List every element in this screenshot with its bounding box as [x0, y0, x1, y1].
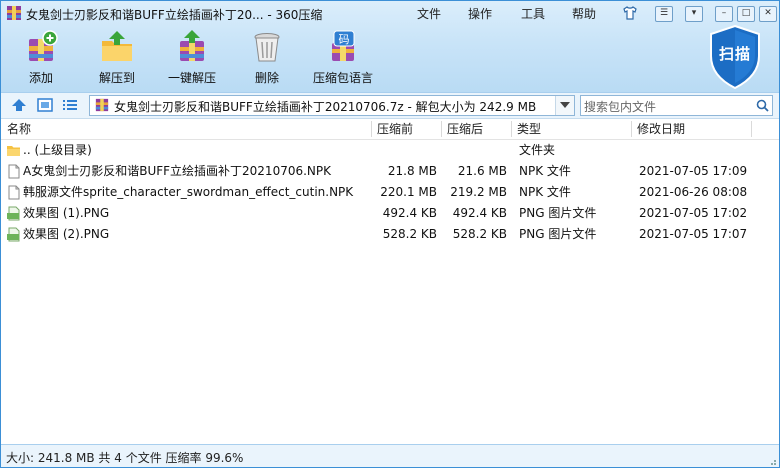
extract-to-button[interactable]: 解压到: [94, 29, 140, 86]
file-date: 2021-06-26 08:08: [639, 185, 748, 199]
close-button[interactable]: ✕: [759, 6, 777, 22]
search-icon[interactable]: [756, 99, 769, 112]
file-size: 492.4 KB: [382, 206, 437, 220]
list-item-file[interactable]: 效果图 (1).PNG 492.4 KB 492.4 KB PNG 图片文件 2…: [1, 203, 779, 224]
menu-file[interactable]: 文件: [417, 5, 441, 22]
png-image-icon: [7, 227, 20, 242]
png-image-icon: [7, 206, 20, 221]
extract-to-label: 解压到: [98, 71, 135, 85]
minimize-button[interactable]: –: [715, 6, 733, 22]
archive-language-button[interactable]: 码 压缩包语言: [310, 29, 376, 86]
status-bar: 大小: 241.8 MB 共 4 个文件 压缩率 99.6%: [1, 444, 779, 467]
feedback-button[interactable]: ☰: [655, 6, 673, 22]
file-list-header: 名称 压缩前 压缩后 类型 修改日期: [1, 119, 779, 140]
list-view-icon[interactable]: [62, 98, 78, 112]
column-type[interactable]: 类型: [511, 119, 631, 139]
quick-extract-icon: [180, 30, 204, 61]
extract-folder-icon: [102, 31, 132, 61]
search-placeholder: 搜索包内文件: [584, 100, 657, 114]
quick-extract-label: 一键解压: [167, 71, 216, 85]
add-label: 添加: [28, 71, 53, 85]
list-item-file[interactable]: 效果图 (2).PNG 528.2 KB 528.2 KB PNG 图片文件 2…: [1, 224, 779, 245]
column-date[interactable]: 修改日期: [631, 119, 751, 139]
file-size: 528.2 KB: [382, 227, 437, 241]
file-packed-size: 21.6 MB: [457, 164, 507, 178]
document-icon: [8, 185, 20, 200]
list-item-parent-dir[interactable]: .. (上级目录) 文件夹: [1, 140, 779, 161]
path-field[interactable]: 女鬼剑士刃影反和谐BUFF立绘插画补丁20210706.7z - 解包大小为 2…: [89, 95, 575, 116]
scan-button[interactable]: 扫描: [707, 24, 763, 90]
icon-view-icon[interactable]: [37, 98, 53, 112]
app-window: 女鬼剑士刃影反和谐BUFF立绘插画补丁20... - 360压缩 文件 操作 工…: [0, 0, 780, 468]
document-icon: [8, 164, 20, 179]
list-item-file[interactable]: 韩服源文件sprite_character_swordman_effect_cu…: [1, 182, 779, 203]
archive-language-label: 压缩包语言: [312, 71, 373, 85]
file-size: 220.1 MB: [380, 185, 437, 199]
path-text: 女鬼剑士刃影反和谐BUFF立绘插画补丁20210706.7z - 解包大小为 2…: [114, 100, 537, 114]
file-name: A女鬼剑士刃影反和谐BUFF立绘插画补丁20210706.NPK: [23, 164, 332, 178]
menu-operate[interactable]: 操作: [468, 5, 492, 22]
file-packed-size: [447, 140, 507, 161]
archive-file-icon: [95, 98, 109, 112]
skin-shirt-icon[interactable]: [622, 5, 638, 21]
maximize-button[interactable]: □: [737, 6, 755, 22]
file-type: NPK 文件: [519, 185, 571, 199]
folder-icon: [7, 146, 20, 156]
menu-tools[interactable]: 工具: [521, 5, 545, 22]
file-type: PNG 图片文件: [519, 227, 597, 241]
column-size[interactable]: 压缩前: [371, 119, 441, 139]
delete-button[interactable]: 删除: [244, 29, 290, 86]
file-size: [377, 140, 437, 161]
file-packed-size: 219.2 MB: [450, 185, 507, 199]
quick-extract-button[interactable]: 一键解压: [166, 29, 218, 86]
title-bar: 女鬼剑士刃影反和谐BUFF立绘插画补丁20... - 360压缩 文件 操作 工…: [1, 1, 779, 25]
trash-can-icon: [254, 33, 280, 62]
file-type: NPK 文件: [519, 164, 571, 178]
resize-grip-icon[interactable]: [767, 456, 777, 466]
menu-help[interactable]: 帮助: [572, 5, 596, 22]
address-bar-row: 女鬼剑士刃影反和谐BUFF立绘插画补丁20210706.7z - 解包大小为 2…: [1, 92, 779, 119]
status-text: 大小: 241.8 MB 共 4 个文件 压缩率 99.6%: [6, 451, 244, 465]
title-toolbar-area: 女鬼剑士刃影反和谐BUFF立绘插画补丁20... - 360压缩 文件 操作 工…: [1, 1, 779, 92]
column-divider[interactable]: [751, 121, 752, 137]
file-size: 21.8 MB: [387, 164, 437, 178]
archive-language-icon: 码: [332, 30, 355, 61]
file-name: 效果图 (1).PNG: [23, 206, 110, 220]
file-date: 2021-07-05 17:09: [639, 164, 748, 178]
add-books-icon: [29, 30, 58, 61]
menu-dropdown-button[interactable]: ▾: [685, 6, 703, 22]
file-name: 韩服源文件sprite_character_swordman_effect_cu…: [23, 185, 354, 199]
add-button[interactable]: 添加: [18, 29, 64, 86]
file-name: 效果图 (2).PNG: [23, 227, 110, 241]
file-type: PNG 图片文件: [519, 206, 597, 220]
file-name: .. (上级目录): [23, 143, 92, 157]
file-type: 文件夹: [519, 143, 556, 157]
up-arrow-icon[interactable]: [11, 98, 27, 112]
file-packed-size: 528.2 KB: [452, 227, 507, 241]
delete-label: 删除: [254, 71, 279, 85]
search-field[interactable]: 搜索包内文件: [580, 95, 773, 116]
app-logo-icon: [7, 6, 21, 20]
file-packed-size: 492.4 KB: [452, 206, 507, 220]
file-date: 2021-07-05 17:07: [639, 227, 748, 241]
path-dropdown-button[interactable]: [555, 96, 574, 115]
window-title: 女鬼剑士刃影反和谐BUFF立绘插画补丁20... - 360压缩: [26, 8, 323, 22]
scan-label: 扫描: [718, 45, 751, 63]
column-packed[interactable]: 压缩后: [441, 119, 511, 139]
svg-text:码: 码: [339, 33, 350, 46]
column-name[interactable]: 名称: [1, 119, 371, 139]
file-date: 2021-07-05 17:02: [639, 206, 748, 220]
list-item-file[interactable]: A女鬼剑士刃影反和谐BUFF立绘插画补丁20210706.NPK 21.8 MB…: [1, 161, 779, 182]
chevron-down-icon: [560, 102, 570, 108]
